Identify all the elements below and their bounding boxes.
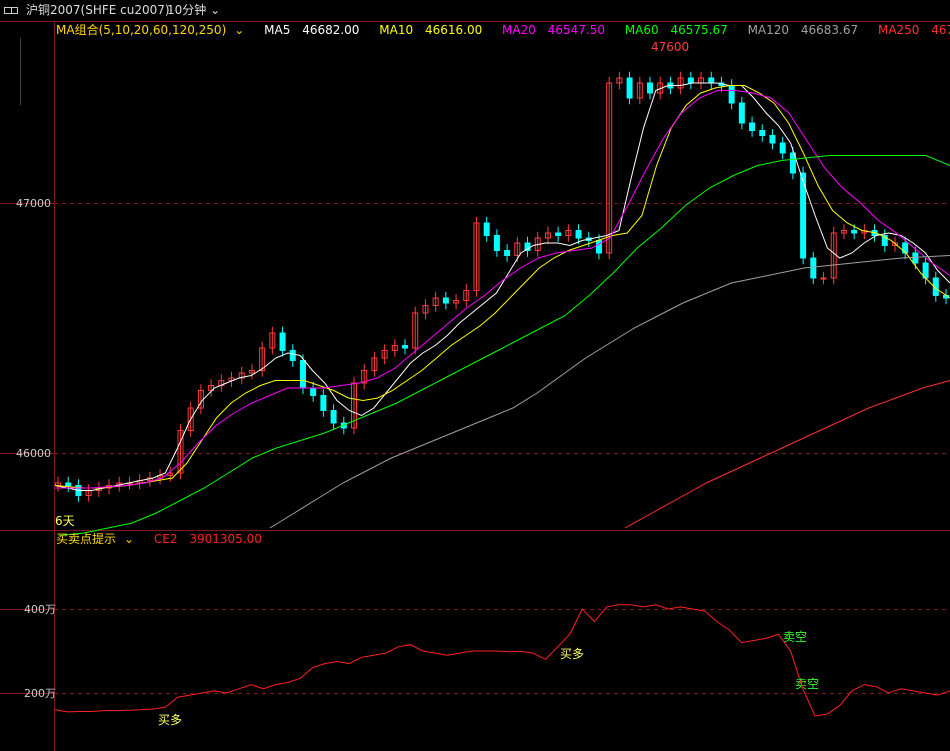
candle-body [810,257,817,279]
series-line-ma10 [54,85,950,489]
legend-ma10: MA10 46616.00 [379,23,490,37]
legend-ma5: MA5 46682.00 [264,23,367,37]
ma-legend: MA组合(5,10,20,60,120,250) ⌄ MA5 46682.00 M… [56,21,950,39]
period-selector[interactable]: 10分钟 ⌄ [167,0,220,21]
candle-body [299,360,306,389]
candle-body [738,102,745,124]
high-price-label: 47600 [651,40,689,54]
candle-body [483,222,490,236]
candle-body [402,345,409,349]
contract-title[interactable]: 沪铜2007(SHFE cu2007) [26,0,170,21]
legend-ma10-label: MA10 [379,23,414,37]
price-panel [54,71,950,536]
indicator-legend: 买卖点提示 ⌄ CE2 3901305.00 [56,530,278,548]
ma-group-selector[interactable]: MA组合(5,10,20,60,120,250) ⌄ [56,23,252,37]
chevron-down-icon: ⌄ [206,3,221,17]
legend-ma20-value: 46547.50 [547,23,605,37]
legend-ma120-label: MA120 [747,23,790,37]
candle-body [820,277,827,280]
candle-body [779,142,786,154]
legend-ma5-value: 46682.00 [302,23,360,37]
candle-body [575,230,582,239]
candle-body [626,77,633,99]
indicator-selector[interactable]: 买卖点提示 ⌄ [56,532,142,546]
candle-body [555,232,562,236]
candle-body [687,77,694,84]
series-line-ce2 [54,604,950,717]
signal-sell-2: 卖空 [795,677,819,691]
legend-ma20: MA20 46547.50 [502,23,613,37]
candle-body [493,235,500,251]
y-tick-200w: 200万 [24,687,56,700]
indicator-panel [54,604,950,717]
legend-ma120: MA120 46683.67 [748,23,867,37]
candle-body [708,77,715,84]
candle-body [504,250,511,256]
legend-ma60-value: 46575.67 [670,23,728,37]
candle-body [769,135,776,144]
candle-body [851,230,858,234]
legend-ma5-label: MA5 [264,23,291,37]
chevron-down-icon: ⌄ [124,532,135,546]
days-label: 6天 [55,514,75,528]
series-line-ma120 [269,255,950,529]
candle-body [310,387,317,396]
y-tick-47000: 47000 [16,197,51,210]
legend-ma250-value: 46719.20 [931,23,950,37]
chevron-down-icon: ⌄ [234,23,245,37]
candle-body [595,240,602,254]
y-tick-400w: 400万 [24,603,56,616]
indicator-label: 买卖点提示 [56,532,117,546]
legend-ce2: CE2 3901305.00 [154,532,270,546]
series-line-ma250 [624,380,950,529]
candle-body [289,350,296,361]
candle-body [912,252,919,264]
signal-buy-1: 买多 [158,713,182,727]
legend-ma250: MA250 46719.20 [878,23,950,37]
series-line-ma5 [54,82,950,491]
series-line-ma20 [55,90,950,489]
legend-ma120-value: 46683.67 [800,23,859,37]
kline-chart[interactable]: 47000 46000 400万 200万 47600 6天 买多 买多 卖空 … [0,0,950,751]
series-line-ma60 [59,155,950,536]
legend-ma10-value: 46616.00 [424,23,483,37]
title-bar: 沪铜2007(SHFE cu2007) 10分钟 ⌄ [0,0,950,21]
legend-ma20-label: MA20 [502,23,536,37]
legend-ma60: MA60 46575.67 [625,23,736,37]
candle-body [647,82,653,94]
signal-sell-1: 卖空 [783,630,807,644]
legend-ce2-label: CE2 [153,532,178,546]
period-label: 10分钟 [167,3,207,17]
candle-body [902,242,909,254]
y-tick-46000: 46000 [16,447,51,460]
legend-ce2-value: 3901305.00 [189,532,262,546]
candle-body [728,85,735,104]
candle-body [65,482,72,486]
candle-body [320,395,327,411]
ma-group-label: MA组合(5,10,20,60,120,250) [56,23,227,37]
candle-body [759,130,766,136]
signal-buy-2: 买多 [560,647,584,661]
candle-body [749,122,756,131]
candle-body [279,332,286,351]
candle-body [330,410,337,424]
legend-ma250-label: MA250 [877,23,920,37]
candle-body [442,297,449,304]
window-icon[interactable] [4,7,18,14]
legend-ma60-label: MA60 [624,23,659,37]
